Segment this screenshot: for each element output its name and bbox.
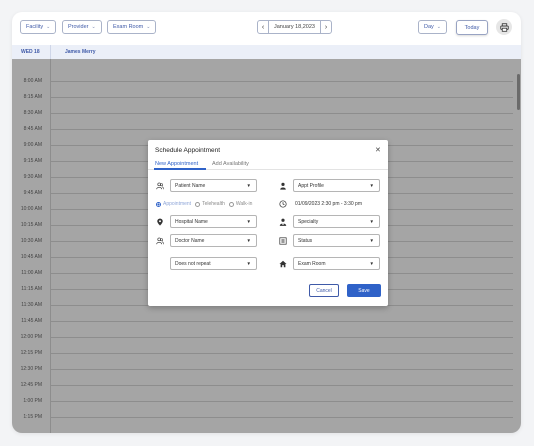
- facility-filter[interactable]: Facility ⌄: [20, 20, 57, 34]
- close-icon[interactable]: ✕: [375, 146, 381, 154]
- column-divider: [50, 45, 51, 59]
- radio-appointment-label: Appointment: [163, 201, 192, 207]
- appointment-datetime[interactable]: 01/09/2023 2:30 pm - 3:30 pm: [295, 201, 362, 207]
- exam-room-select[interactable]: Exam Room ▼: [293, 257, 380, 270]
- appt-profile-select[interactable]: Appt Profile ▼: [293, 179, 380, 192]
- home-icon: [279, 260, 287, 268]
- dropdown-arrow-icon: ▼: [369, 219, 374, 224]
- hospital-name-value: Hospital Name: [175, 218, 208, 225]
- doctor-name-value: Doctor Name: [175, 237, 205, 244]
- dropdown-arrow-icon: ▼: [246, 183, 251, 188]
- radio-appointment[interactable]: [156, 201, 161, 207]
- dialog-title: Schedule Appointment: [155, 147, 221, 154]
- view-selector[interactable]: Day ⌄: [418, 20, 447, 34]
- clock-icon: [279, 200, 287, 208]
- dropdown-arrow-icon: ▼: [369, 261, 374, 266]
- repeat-value: Does not repeat: [175, 260, 211, 267]
- chevron-down-icon: ⌄: [46, 24, 51, 30]
- status-value: Status: [298, 237, 313, 244]
- patient-name-value: Patient Name: [175, 182, 206, 189]
- exam-room-filter[interactable]: Exam Room ⌄: [107, 20, 157, 34]
- visit-type-radio-group: Appointment Telehealth Walk-in: [156, 201, 256, 207]
- save-button[interactable]: Save: [347, 284, 381, 297]
- radio-walk-in[interactable]: [228, 201, 234, 207]
- view-selector-label: Day: [424, 24, 434, 30]
- provider-column-name: James Merry: [65, 49, 96, 55]
- printer-icon[interactable]: [496, 19, 512, 35]
- patient-icon: [156, 182, 164, 190]
- dropdown-arrow-icon: ▼: [369, 238, 374, 243]
- chevron-down-icon: ⌄: [91, 24, 96, 30]
- appt-profile-value: Appt Profile: [298, 182, 324, 189]
- date-navigator: ‹ January 18,2023 ›: [257, 20, 332, 34]
- dropdown-arrow-icon: ▼: [246, 238, 251, 243]
- calendar-header: WED 18 James Merry: [12, 45, 521, 59]
- specialty-value: Specialty: [298, 218, 319, 225]
- tab-add-availability[interactable]: Add Availability: [212, 161, 249, 167]
- chevron-down-icon: ⌄: [436, 24, 441, 30]
- provider-filter[interactable]: Provider ⌄: [62, 20, 102, 34]
- tab-new-appointment[interactable]: New Appointment: [155, 161, 198, 167]
- day-label: WED 18: [21, 49, 40, 55]
- radio-walk-in-label: Walk-in: [235, 201, 253, 207]
- chevron-down-icon: ⌄: [146, 24, 151, 30]
- hospital-name-select[interactable]: Hospital Name ▼: [170, 215, 257, 228]
- exam-room-value: Exam Room: [298, 260, 326, 267]
- cancel-button[interactable]: Cancel: [309, 284, 339, 297]
- status-icon: [279, 237, 287, 245]
- exam-room-filter-label: Exam Room: [113, 24, 144, 30]
- chevron-right-icon[interactable]: ›: [321, 21, 331, 33]
- provider-filter-label: Provider: [68, 24, 89, 30]
- facility-filter-label: Facility: [26, 24, 44, 30]
- dropdown-arrow-icon: ▼: [246, 219, 251, 224]
- radio-telehealth[interactable]: [195, 201, 201, 207]
- location-pin-icon: [156, 218, 164, 226]
- patient-name-select[interactable]: Patient Name ▼: [170, 179, 257, 192]
- current-date[interactable]: January 18,2023: [268, 21, 321, 33]
- doctors-icon: [156, 237, 164, 245]
- specialty-select[interactable]: Specialty ▼: [293, 215, 380, 228]
- dropdown-arrow-icon: ▼: [246, 261, 251, 266]
- radio-telehealth-label: Telehealth: [202, 201, 225, 207]
- status-select[interactable]: Status ▼: [293, 234, 380, 247]
- schedule-appointment-dialog: Schedule Appointment ✕ New Appointment A…: [148, 140, 388, 306]
- dropdown-arrow-icon: ▼: [369, 183, 374, 188]
- repeat-select[interactable]: Does not repeat ▼: [170, 257, 257, 270]
- active-tab-indicator: [154, 168, 206, 170]
- doctor-name-select[interactable]: Doctor Name ▼: [170, 234, 257, 247]
- today-button[interactable]: Today: [456, 20, 488, 35]
- doctor-icon: [279, 218, 287, 226]
- chevron-left-icon[interactable]: ‹: [258, 21, 268, 33]
- person-icon: [279, 182, 287, 190]
- toolbar: Facility ⌄ Provider ⌄ Exam Room ⌄ ‹ Janu…: [12, 12, 521, 42]
